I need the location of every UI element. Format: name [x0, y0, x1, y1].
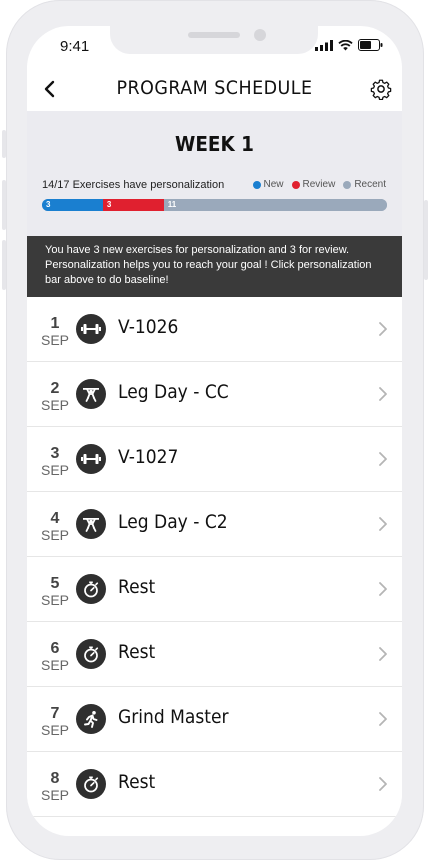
- speaker: [188, 32, 240, 38]
- workout-title: Rest: [118, 576, 156, 598]
- stopwatch-icon: [76, 574, 106, 604]
- legend-dot-new: [252, 180, 261, 189]
- schedule-month: SEP: [40, 592, 69, 608]
- top-bar: PROGRAM SCHEDULE: [27, 66, 402, 111]
- schedule-day: 3: [50, 445, 60, 462]
- dumbbell-icon: [76, 314, 106, 344]
- gear-icon[interactable]: [370, 78, 392, 100]
- workout-title: V-1027: [118, 446, 179, 468]
- squat-icon: [76, 379, 106, 409]
- workout-title: Leg Day - CC: [118, 381, 229, 403]
- workout-title: V-1026: [118, 316, 179, 338]
- schedule-month: SEP: [40, 397, 69, 413]
- stopwatch-icon: [76, 639, 106, 669]
- legend-dot-recent: [343, 180, 352, 189]
- schedule-day: 2: [50, 380, 60, 397]
- status-icons: [315, 39, 383, 51]
- schedule-row[interactable]: 6 SEP Rest: [27, 622, 402, 687]
- schedule-day: 4: [50, 510, 60, 527]
- schedule-row[interactable]: 5 SEP Rest: [27, 557, 402, 622]
- signal-icon: [315, 39, 333, 51]
- status-time: 9:41: [60, 38, 90, 55]
- schedule-month: SEP: [40, 657, 69, 673]
- schedule-row[interactable]: 4 SEP Leg Day - C2: [27, 492, 402, 557]
- schedule-day: 5: [50, 575, 60, 592]
- mute-switch: [2, 130, 6, 158]
- legend-label-recent: Recent: [354, 179, 386, 190]
- personalization-count: 14/17 Exercises have personalization: [42, 179, 225, 191]
- runner-icon: [76, 704, 106, 734]
- schedule-row[interactable]: 2 SEP Leg Day - CC: [27, 362, 402, 427]
- schedule-month: SEP: [40, 722, 69, 738]
- bar-segment-review: 3: [102, 199, 164, 211]
- chevron-right-icon: [379, 517, 387, 531]
- chevron-right-icon: [379, 452, 387, 466]
- schedule-row[interactable]: 1 SEP V-1026: [27, 297, 402, 362]
- schedule-month: SEP: [40, 787, 69, 803]
- workout-title: Leg Day - C2: [118, 511, 228, 533]
- volume-down-button: [2, 240, 6, 290]
- chevron-right-icon: [379, 712, 387, 726]
- schedule-day: 6: [50, 640, 60, 657]
- chevron-right-icon: [379, 387, 387, 401]
- chevron-right-icon: [379, 777, 387, 791]
- schedule-row[interactable]: 7 SEP Grind Master: [27, 687, 402, 752]
- power-button: [424, 200, 428, 280]
- volume-up-button: [2, 180, 6, 230]
- info-banner: You have 3 new exercises for personaliza…: [27, 236, 402, 297]
- bar-segment-new: 3: [42, 199, 103, 211]
- schedule-month: SEP: [40, 462, 69, 478]
- squat-icon: [76, 509, 106, 539]
- camera: [254, 29, 266, 41]
- page-title: PROGRAM SCHEDULE: [116, 77, 313, 99]
- legend-label-new: New: [263, 179, 284, 190]
- personalization-bar[interactable]: 3 3 11: [42, 199, 387, 211]
- schedule-month: SEP: [40, 527, 69, 543]
- schedule-day: 1: [50, 315, 60, 332]
- workout-title: Rest: [118, 641, 156, 663]
- stopwatch-icon: [76, 769, 106, 799]
- schedule-day: 7: [50, 705, 60, 722]
- chevron-right-icon: [379, 582, 387, 596]
- schedule-list: 1 SEP V-1026 2 SEP Leg Day - CC 3 SEP V-1027 4 SEP…: [27, 297, 402, 817]
- legend: New Review Recent: [252, 179, 386, 190]
- battery-icon: [358, 39, 383, 51]
- week-panel: WEEK 1 14/17 Exercises have personalizat…: [27, 111, 402, 236]
- legend-dot-review: [291, 180, 300, 189]
- schedule-row[interactable]: 8 SEP Rest: [27, 752, 402, 817]
- schedule-day: 8: [50, 770, 60, 787]
- bar-segment-recent: 11: [163, 199, 387, 211]
- dumbbell-icon: [76, 444, 106, 474]
- app-screen: 9:41 PROGRAM SCHEDULE WEEK 1 14/17 Exerc…: [27, 26, 402, 836]
- legend-label-review: Review: [302, 179, 336, 190]
- chevron-right-icon: [379, 647, 387, 661]
- week-title: WEEK 1: [175, 132, 254, 156]
- legend-new: New: [252, 179, 284, 190]
- schedule-month: SEP: [40, 332, 69, 348]
- wifi-icon: [338, 39, 353, 50]
- workout-title: Rest: [118, 771, 156, 793]
- chevron-right-icon: [379, 322, 387, 336]
- legend-review: Review: [291, 179, 336, 190]
- schedule-row[interactable]: 3 SEP V-1027: [27, 427, 402, 492]
- notch: [110, 26, 318, 54]
- legend-recent: Recent: [343, 179, 386, 190]
- workout-title: Grind Master: [118, 706, 229, 728]
